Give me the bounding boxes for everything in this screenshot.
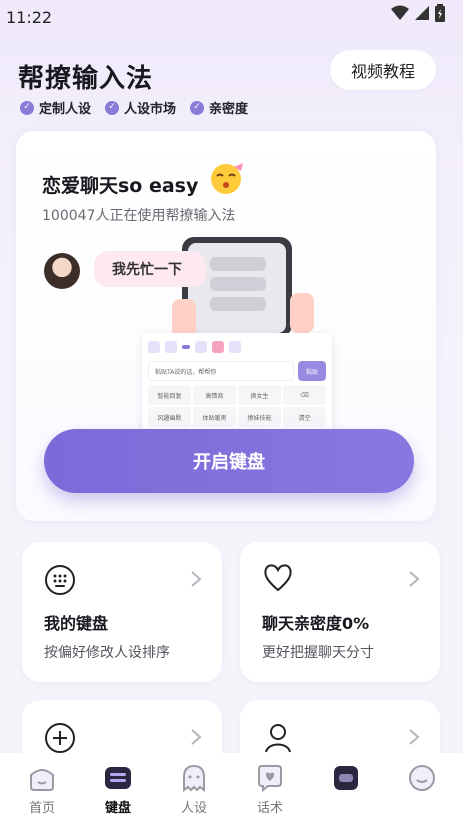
face-icon [409, 765, 435, 791]
hero-subtitle: 100047人正在使用帮撩输入法 [42, 208, 236, 224]
chevron-right-icon [191, 729, 202, 745]
chevron-right-icon [409, 729, 420, 745]
keyboard-paste-button: 粘贴 [298, 361, 326, 381]
tab-label: 人设 [180, 801, 207, 816]
feature-item: ✓ 定制人设 [20, 98, 91, 117]
home-icon [30, 769, 54, 791]
app-title: 帮撩输入法 [18, 64, 154, 94]
chat-icon [195, 341, 207, 353]
avatar [44, 253, 80, 289]
card-description: 按偏好修改人设排序 [44, 645, 170, 661]
feature-item: ✓ 亲密度 [190, 98, 248, 117]
plus-circle-icon [45, 723, 75, 753]
keyboard-key: 体贴暖男 [193, 407, 236, 427]
signal-icon [415, 6, 429, 20]
feature-label: 亲密度 [209, 102, 249, 117]
card-title: 我的键盘 [44, 614, 109, 633]
tab-persona[interactable]: 人设 [164, 763, 224, 816]
my-keyboard-card[interactable]: 我的键盘 按偏好修改人设排序 [22, 542, 222, 682]
keyboard-paste-field: 粘贴TA说的话，帮帮你 [148, 361, 294, 381]
feature-label: 人设市场 [124, 102, 177, 117]
chevron-right-icon [409, 571, 420, 587]
tab-item-6[interactable] [392, 763, 452, 797]
chat-bubble: 我先忙一下 [94, 251, 206, 287]
intimacy-card[interactable]: 聊天亲密度0% 更好把握聊天分寸 [240, 542, 440, 682]
feature-list: ✓ 定制人设 ✓ 人设市场 ✓ 亲密度 [20, 98, 248, 117]
check-icon: ✓ [190, 100, 205, 115]
keyboard-key: 换女生 [238, 385, 281, 405]
keyboard-key: 高情商 [193, 385, 236, 405]
wifi-icon [391, 5, 409, 20]
keyboard-tag [182, 345, 190, 349]
check-icon: ✓ [105, 100, 120, 115]
keyboard-icon [45, 565, 75, 595]
kissing-face-icon [211, 163, 243, 194]
phone-illustration [172, 237, 314, 339]
status-bar: 11:22 [0, 0, 463, 34]
card-title: 聊天亲密度0% [262, 614, 370, 633]
card-description: 更好把握聊天分寸 [262, 645, 374, 661]
heart-icon [212, 341, 224, 353]
keyboard-logo-icon [148, 341, 160, 353]
keyboard-key: 清空 [283, 407, 326, 427]
square-icon [334, 766, 358, 790]
backspace-key: ⌫ [283, 385, 326, 405]
chat-heart-icon [258, 765, 282, 793]
chevron-right-icon [191, 571, 202, 587]
tab-item-5[interactable] [316, 763, 376, 797]
video-tutorial-button[interactable]: 视频教程 [330, 50, 436, 90]
keyboard-preview: 粘贴TA说的话，帮帮你 粘贴 智能回复 高情商 换女生 ⌫ 风趣幽默 体贴暖男 … [142, 333, 332, 443]
ghost-icon [183, 764, 205, 792]
feature-label: 定制人设 [39, 102, 92, 117]
keyboard-key: 智能回复 [148, 385, 191, 405]
menu-icon [229, 341, 241, 353]
keyboard-keys: 智能回复 高情商 换女生 ⌫ 风趣幽默 体贴暖男 撩妹技能 清空 [148, 385, 326, 427]
keyboard-key: 风趣幽默 [148, 407, 191, 427]
keyboard-key: 撩妹技能 [238, 407, 281, 427]
status-icons [391, 4, 445, 22]
tab-keyboard[interactable]: 键盘 [88, 763, 148, 816]
tab-home[interactable]: 首页 [12, 763, 72, 816]
keyboard-toolbar [148, 339, 326, 355]
check-icon: ✓ [20, 100, 34, 115]
tab-label: 首页 [28, 801, 55, 816]
keyboard-input-row: 粘贴TA说的话，帮帮你 粘贴 [148, 361, 326, 381]
tab-label: 键盘 [104, 801, 131, 816]
globe-icon [165, 341, 177, 353]
heart-icon [264, 564, 292, 592]
open-keyboard-button[interactable]: 开启键盘 [44, 429, 414, 493]
bottom-tab-bar: 首页 键盘 人设 话术 [0, 753, 463, 825]
hero-title: 恋爱聊天so easy [42, 175, 199, 197]
feature-item: ✓ 人设市场 [105, 98, 176, 117]
hero-card: 恋爱聊天so easy 100047人正在使用帮撩输入法 我先忙一下 粘贴TA说… [16, 131, 436, 521]
status-time: 11:22 [6, 8, 53, 27]
battery-icon [435, 4, 445, 22]
person-icon [265, 724, 291, 753]
keyboard-icon [105, 767, 131, 789]
tab-scripts[interactable]: 话术 [240, 763, 300, 816]
tab-label: 话术 [256, 801, 283, 816]
